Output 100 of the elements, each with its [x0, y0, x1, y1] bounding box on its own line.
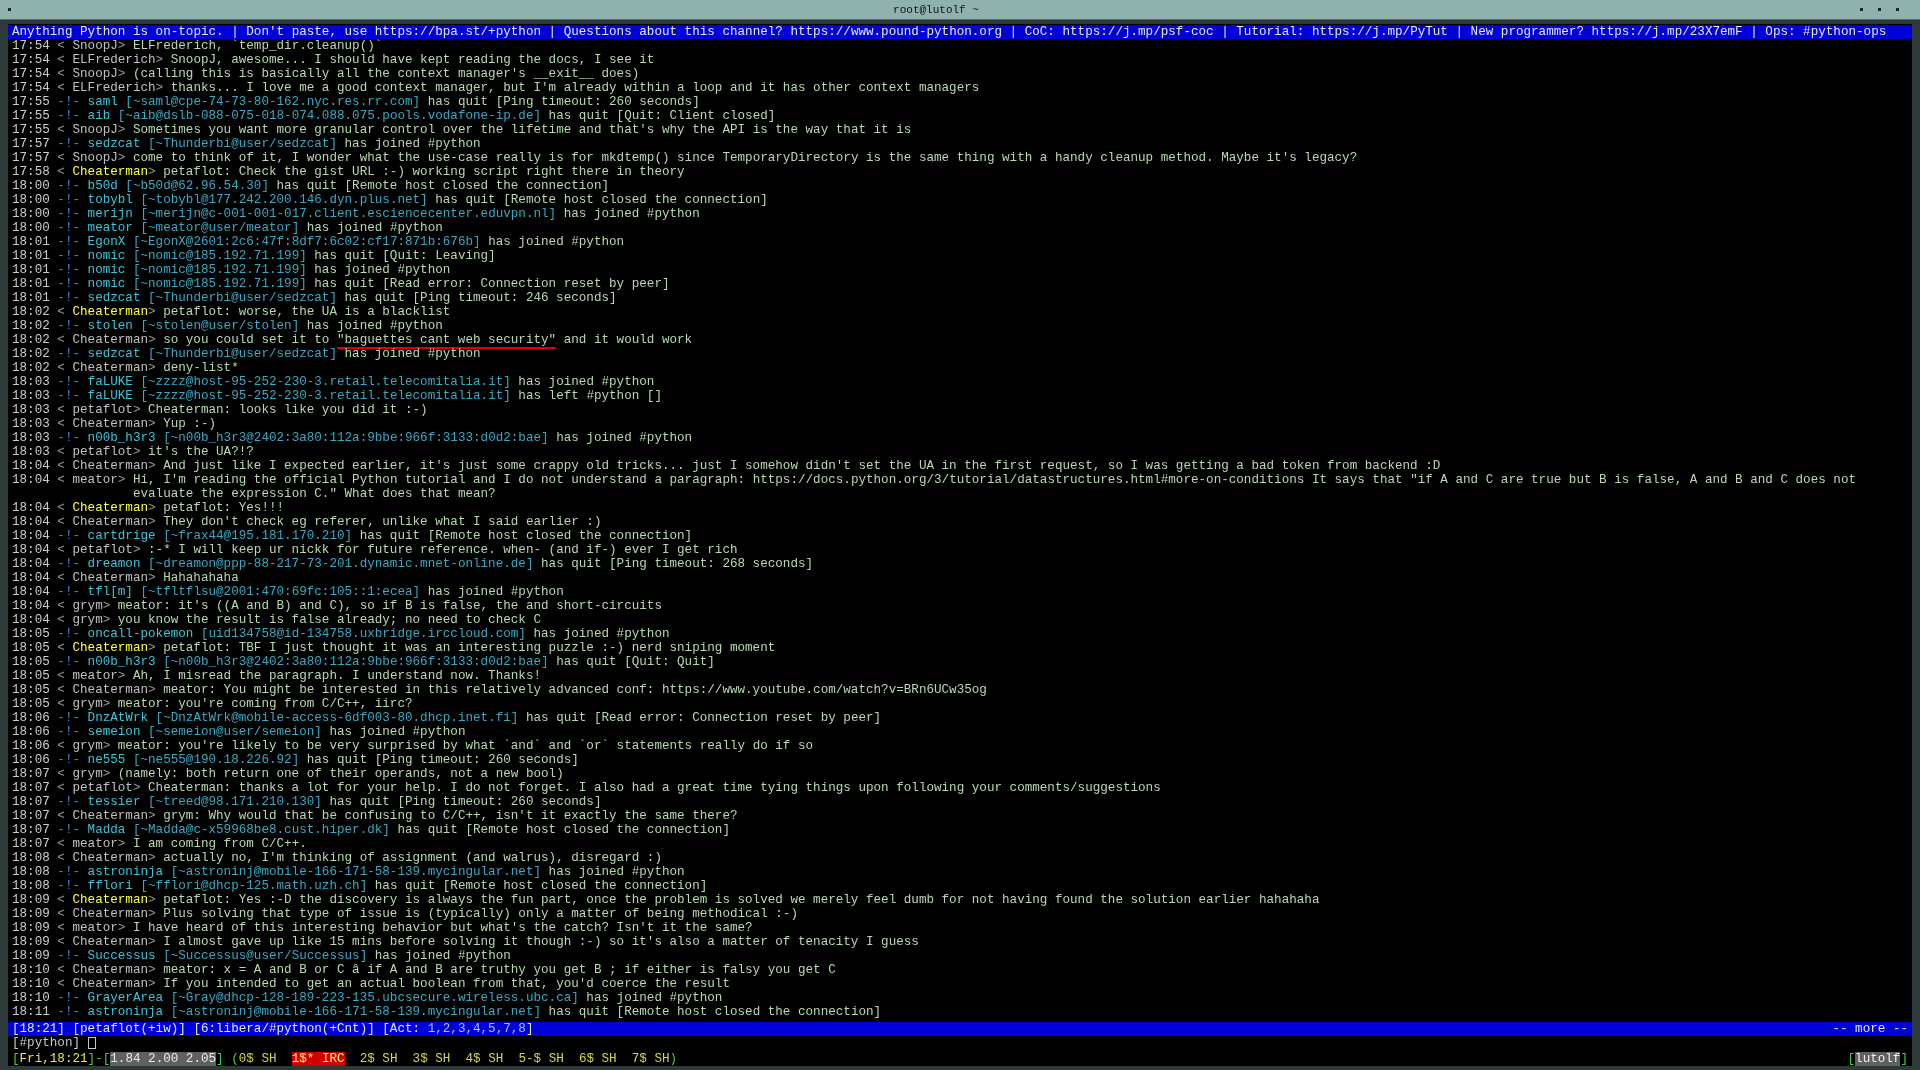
- event-text: has quit: [541, 557, 602, 571]
- message-text: petaflot: Yes :-D the discovery is always the fun part, once the problem is solved we merely feel dumb for not having found the solution earlier hahahaha: [163, 893, 1320, 907]
- timestamp: 18:10: [12, 977, 50, 991]
- event-text: has quit: [525, 711, 587, 725]
- nickname: astroninja: [87, 865, 164, 879]
- timestamp: 18:01: [12, 277, 50, 291]
- timestamp: 18:04: [12, 473, 50, 489]
- event-text: has joined #python: [556, 431, 693, 445]
- nickname: meator: [87, 221, 133, 235]
- event-text: has joined #python: [488, 235, 625, 249]
- timestamp: 18:07: [12, 767, 50, 781]
- nickname: Successus: [87, 949, 156, 963]
- nick-bracket: >: [117, 921, 126, 935]
- event-text: has joined #python: [306, 319, 443, 333]
- message-text: If you intended to get an actual boolean from that, you'd coerce the result: [163, 977, 730, 991]
- nick-bracket: >: [148, 165, 156, 179]
- nick-bracket: <: [57, 571, 65, 585]
- window-tab[interactable]: 2$ SH: [359, 1052, 398, 1066]
- nick-bracket: >: [102, 613, 111, 627]
- window-tab[interactable]: 4$ SH: [465, 1052, 504, 1066]
- nick-bracket: >: [148, 977, 156, 991]
- nickname: tessier: [87, 795, 141, 809]
- window-tab[interactable]: 0$ SH: [238, 1052, 277, 1066]
- bracket: (: [231, 1052, 239, 1066]
- nickname: meator: [72, 921, 118, 935]
- nickname: SnoopJ: [72, 151, 118, 165]
- more-indicator: -- more --: [1832, 1022, 1908, 1036]
- nick-bracket: >: [155, 53, 164, 67]
- message-text: petaflot: worse, the UA is a blacklist: [163, 305, 451, 319]
- timestamp: 18:10: [12, 991, 50, 1005]
- event-marker: -!-: [57, 949, 81, 963]
- event-marker: -!-: [57, 1005, 81, 1019]
- window-tab[interactable]: 6$ SH: [578, 1052, 617, 1066]
- user-host: [~tfltflsu@2001:470:69fc:105::1:ecea]: [140, 585, 421, 599]
- timestamp: 18:03: [12, 431, 50, 445]
- nick-bracket: >: [132, 445, 141, 459]
- timestamp: 17:55: [12, 95, 50, 109]
- nickname: Cheaterman: [72, 963, 149, 977]
- event-marker: -!-: [57, 627, 81, 641]
- message-text: Hi, I'm reading the official Python tutorial and I do not understand a paragraph: https://docs.python.org/3/tutorial/datastructures.html#more-on-conditions It says that "if A and C are true but B is false, A and B and C does not evaluate the expression C." What does that mean?: [132, 473, 1858, 501]
- nick-bracket: >: [148, 683, 156, 697]
- nickname: sedzcat: [87, 137, 141, 151]
- nick-bracket: <: [57, 515, 65, 529]
- timestamp: 18:01: [12, 263, 50, 277]
- event-marker: -!-: [57, 529, 81, 543]
- timestamp: 18:01: [12, 235, 50, 249]
- timestamp: 18:04: [12, 571, 50, 585]
- nickname: n00b_h3r3: [87, 431, 156, 445]
- nick-bracket: >: [102, 767, 111, 781]
- user-host: [~n00b_h3r3@2402:3a80:112a:9bbe:966f:3133:d0d2:bae]: [163, 431, 549, 445]
- event-marker: -!-: [57, 179, 81, 193]
- timestamp: 18:05: [12, 641, 50, 655]
- user-host: [~ne555@190.18.226.92]: [132, 753, 300, 767]
- user-host: [~merijn@c-001-001-017.client.esciencecenter.eduvpn.nl]: [140, 207, 557, 221]
- nick-bracket: <: [57, 641, 65, 655]
- timestamp: 18:03: [12, 417, 50, 431]
- bracket: ): [669, 1052, 678, 1066]
- nick-bracket: >: [117, 39, 126, 53]
- nick-bracket: >: [148, 333, 156, 347]
- event-text: has joined #python: [518, 375, 655, 389]
- window-tab[interactable]: 7$ SH: [631, 1052, 670, 1066]
- nickname: Cheaterman: [72, 641, 149, 655]
- timestamp: 18:04: [12, 613, 50, 627]
- user-host: [~DnzAtWrk@mobile-access-6df003-80.dhcp.inet.fi]: [155, 711, 519, 725]
- status-item: [18:21]: [12, 1022, 65, 1036]
- nickname: Cheaterman: [72, 501, 149, 515]
- window-tab[interactable]: 5-$ SH: [518, 1052, 564, 1066]
- event-reason: []: [646, 389, 662, 403]
- input-field[interactable]: [87, 1037, 96, 1049]
- nickname: tobybl: [87, 193, 133, 207]
- nickname: sedzcat: [87, 347, 141, 361]
- timestamp: 18:04: [12, 599, 50, 613]
- timestamp: 18:04: [12, 543, 50, 557]
- window-tab[interactable]: 1$* IRC: [291, 1052, 345, 1066]
- timestamp: 17:55: [12, 109, 50, 123]
- event-reason: [Read error: Connection reset by peer]: [593, 711, 882, 725]
- timestamp: 17:54: [12, 67, 50, 81]
- nick-bracket: <: [57, 809, 65, 823]
- nickname: merijn: [87, 207, 133, 221]
- nick-bracket: >: [102, 739, 111, 753]
- nick-bracket: <: [57, 39, 65, 53]
- nickname: meator: [72, 837, 118, 851]
- event-text: has quit: [329, 795, 390, 809]
- window-tab[interactable]: 3$ SH: [412, 1052, 451, 1066]
- message-text: ELFrederich, `temp_dir.cleanup()`: [132, 39, 383, 53]
- timestamp: 18:02: [12, 347, 50, 361]
- message-text: meator: x = A and B or C â if A and B are truthy you get B ; if either is falsy you get C: [163, 963, 836, 977]
- event-marker: -!-: [57, 585, 81, 599]
- nick-bracket: <: [57, 81, 65, 95]
- separator: -: [95, 1052, 103, 1066]
- timestamp: 18:10: [12, 963, 50, 977]
- nick-bracket: >: [102, 599, 111, 613]
- event-text: has quit: [314, 249, 375, 263]
- nick-bracket: >: [132, 403, 141, 417]
- event-marker: -!-: [57, 557, 81, 571]
- event-marker: -!-: [57, 725, 81, 739]
- nickname: meator: [72, 669, 118, 683]
- event-marker: -!-: [57, 319, 81, 333]
- message-text: meator: it's ((A and B) and C), so if B is false, the and short-circuits: [117, 599, 662, 613]
- event-text: has quit: [427, 95, 489, 109]
